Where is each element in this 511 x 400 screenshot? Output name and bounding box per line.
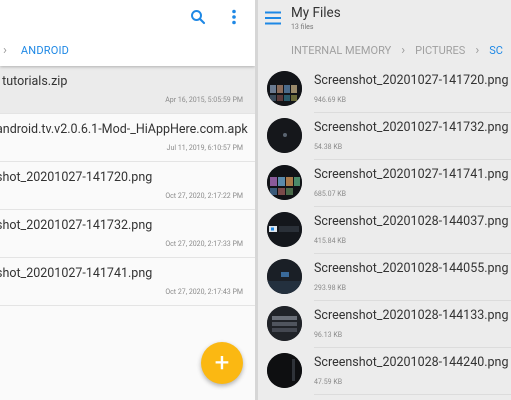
file-row[interactable]: Screenshot_20201027-141732.png 54.38 KB <box>258 113 511 160</box>
file-name: Screenshot_20201028-144055.png <box>314 261 509 276</box>
thumbnail <box>267 118 302 153</box>
file-row[interactable]: Screenshot_20201028-144240.png 47.59 KB <box>258 348 511 395</box>
chevron-right-icon: › <box>401 42 406 58</box>
left-toolbar: › ANDROID <box>0 0 255 66</box>
file-name: Screenshot_20201028-144240.png <box>314 355 509 370</box>
breadcrumb-pictures[interactable]: PICTURES <box>415 44 465 57</box>
file-name: Screenshot_20201028-144037.png <box>314 214 509 229</box>
file-size: 96.13 KB <box>314 331 343 339</box>
left-file-list: l tutorials.zip Apr 16, 2015, 5:05:59 PM… <box>0 66 255 306</box>
file-size: 685.07 KB <box>314 190 347 198</box>
file-name: shot_20201027-141732.png <box>0 218 153 233</box>
file-row[interactable]: Screenshot_20201028-144037.png 415.84 KB <box>258 207 511 254</box>
breadcrumb-screenshots[interactable]: SC <box>489 44 503 57</box>
file-date: Oct 27, 2020, 2:17:33 PM <box>165 240 243 248</box>
breadcrumb-internal-memory[interactable]: INTERNAL MEMORY <box>291 44 391 57</box>
file-name: Screenshot_20201027-141732.png <box>314 120 509 135</box>
thumbnail <box>267 212 302 247</box>
file-row[interactable]: Screenshot_20201028-144133.png 96.13 KB <box>258 301 511 348</box>
file-row[interactable]: Screenshot_20201027-141741.png 685.07 KB <box>258 160 511 207</box>
row-divider <box>314 394 511 395</box>
left-breadcrumb: › ANDROID <box>0 40 69 60</box>
file-name: Screenshot_20201027-141720.png <box>314 73 509 88</box>
menu-icon <box>265 11 281 25</box>
file-name: Screenshot_20201027-141741.png <box>314 167 509 182</box>
file-row[interactable]: shot_20201027-141732.png Oct 27, 2020, 2… <box>0 210 255 258</box>
file-size: 415.84 KB <box>314 237 347 245</box>
chevron-right-icon: › <box>3 42 7 58</box>
file-size: 47.59 KB <box>314 378 343 386</box>
menu-button[interactable] <box>265 10 283 25</box>
right-toolbar: My Files 13 files INTERNAL MEMORY › PICT… <box>258 0 511 62</box>
file-count: 13 files <box>291 23 314 31</box>
file-name: l tutorials.zip <box>0 74 68 89</box>
file-date: Oct 27, 2020, 2:17:22 PM <box>165 192 243 200</box>
breadcrumb-android[interactable]: ANDROID <box>21 44 69 57</box>
file-name: android.tv.v2.0.6.1-Mod-_HiAppHere.com.a… <box>0 122 248 137</box>
thumbnail <box>267 306 302 341</box>
file-date: Jul 11, 2019, 6:10:57 PM <box>166 144 243 152</box>
right-file-list: Screenshot_20201027-141720.png 946.69 KB… <box>258 66 511 395</box>
thumbnail <box>267 353 302 388</box>
file-row[interactable]: shot_20201027-141741.png Oct 27, 2020, 2… <box>0 258 255 306</box>
file-date: Oct 27, 2020, 2:17:43 PM <box>165 288 243 296</box>
file-size: 946.69 KB <box>314 96 347 104</box>
plus-icon: + <box>214 348 230 378</box>
thumbnail <box>267 165 302 200</box>
more-vert-icon <box>232 9 236 25</box>
file-name: shot_20201027-141741.png <box>0 266 153 281</box>
right-pane: My Files 13 files INTERNAL MEMORY › PICT… <box>258 0 511 400</box>
file-row[interactable]: Screenshot_20201027-141720.png 946.69 KB <box>258 66 511 113</box>
file-name: Screenshot_20201028-144133.png <box>314 308 509 323</box>
file-date: Apr 16, 2015, 5:05:59 PM <box>165 96 243 104</box>
file-row[interactable]: shot_20201027-141720.png Oct 27, 2020, 2… <box>0 162 255 210</box>
chevron-right-icon: › <box>475 42 480 58</box>
right-breadcrumb: INTERNAL MEMORY › PICTURES › SC <box>258 40 503 60</box>
file-row[interactable]: android.tv.v2.0.6.1-Mod-_HiAppHere.com.a… <box>0 114 255 162</box>
file-row[interactable]: Screenshot_20201028-144055.png 293.98 KB <box>258 254 511 301</box>
left-pane: › ANDROID l tutorials.zip Apr 16, 2015, … <box>0 0 255 400</box>
file-size: 293.98 KB <box>314 284 347 292</box>
search-button[interactable] <box>187 6 209 28</box>
thumbnail <box>267 259 302 294</box>
thumbnail <box>267 71 302 106</box>
file-name: shot_20201027-141720.png <box>0 170 153 185</box>
add-fab-button[interactable]: + <box>201 342 243 384</box>
page-title: My Files <box>291 5 341 21</box>
file-size: 54.38 KB <box>314 143 343 151</box>
overflow-menu-button[interactable] <box>223 6 245 28</box>
search-icon <box>191 10 206 25</box>
file-row[interactable]: l tutorials.zip Apr 16, 2015, 5:05:59 PM <box>0 66 255 114</box>
